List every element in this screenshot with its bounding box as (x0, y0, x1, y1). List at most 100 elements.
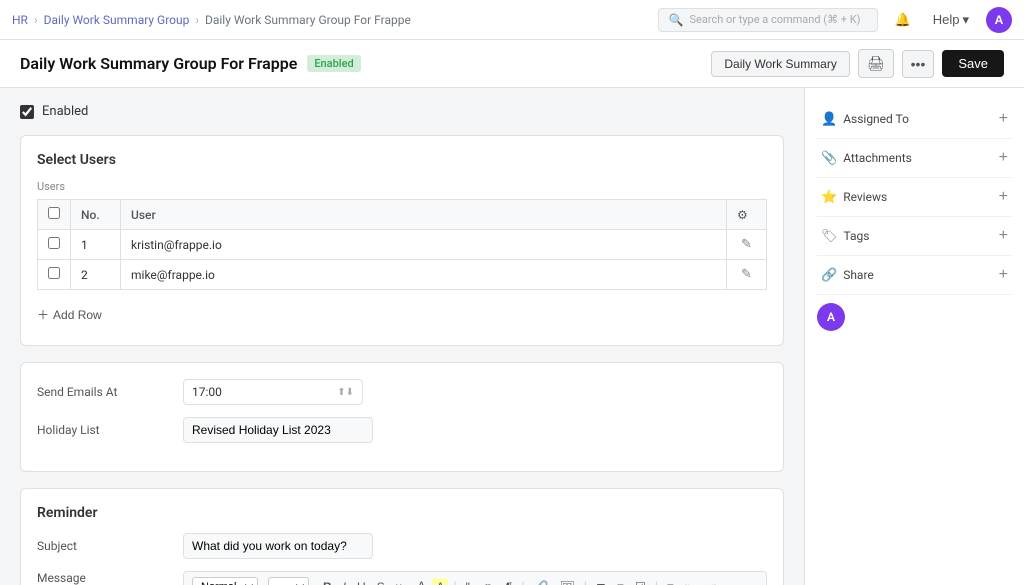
checklist-button[interactable]: ☑ (631, 578, 650, 585)
italic-button[interactable]: I (339, 578, 350, 585)
add-row-button[interactable]: ＋ Add Row (37, 300, 102, 329)
holiday-list-label: Holiday List (37, 423, 167, 437)
tags-label: Tags (844, 229, 870, 243)
page-title: Daily Work Summary Group For Frappe (20, 54, 297, 73)
add-icon: ＋ (37, 306, 49, 323)
email-settings-card: Send Emails At 17:00 ⬆⬇ Holiday List Rev… (20, 362, 784, 472)
breadcrumb: HR › Daily Work Summary Group › Daily Wo… (12, 13, 411, 27)
sidebar-item-attachments: 📎 Attachments + (817, 139, 1012, 178)
content-area: Enabled Select Users Users No. User ⚙ (0, 88, 804, 585)
strikethrough-button[interactable]: S (373, 578, 389, 585)
col-settings-header: ⚙ (727, 200, 767, 230)
share-icon: 🔗 (821, 268, 837, 283)
row-no-2: 2 (71, 260, 121, 290)
row-no-1: 1 (71, 230, 121, 260)
send-emails-row: Send Emails At 17:00 ⬆⬇ (37, 379, 767, 405)
bold-button[interactable]: B (319, 578, 336, 585)
tags-add-button[interactable]: + (999, 227, 1008, 245)
row-user-2: mike@frappe.io (121, 260, 727, 290)
users-table: No. User ⚙ 1 kristin@frappe.io ✎ 2 (37, 199, 767, 290)
image-button[interactable]: 🖼 (555, 578, 578, 585)
attachments-add-button[interactable]: + (999, 149, 1008, 167)
share-add-button[interactable]: + (999, 266, 1008, 284)
holiday-list-row: Holiday List Revised Holiday List 2023 (37, 417, 767, 443)
attachments-label: Attachments (843, 151, 912, 165)
search-icon: 🔍 (669, 13, 684, 27)
indent-left-button[interactable]: ⇤ (681, 578, 699, 585)
row-checkbox-1[interactable] (48, 237, 60, 249)
font-color-button[interactable]: A (413, 577, 429, 585)
sidebar-item-assigned-to: 👤 Assigned To + (817, 100, 1012, 139)
assigned-to-icon: 👤 (821, 112, 837, 127)
subject-row: Subject What did you work on today? (37, 533, 767, 559)
underline-button[interactable]: U (353, 578, 370, 585)
top-nav: HR › Daily Work Summary Group › Daily Wo… (0, 0, 1024, 40)
subscript-button[interactable]: x₂ (392, 578, 411, 585)
assigned-to-label: Assigned To (843, 112, 909, 126)
sub-header-right: Daily Work Summary 🖨 ••• Save (711, 49, 1004, 78)
subject-input[interactable]: What did you work on today? (183, 533, 373, 559)
breadcrumb-hr[interactable]: HR (12, 13, 28, 27)
row-checkbox-2[interactable] (48, 267, 60, 279)
search-bar[interactable]: 🔍 Search or type a command (⌘ + K) (658, 8, 878, 32)
print-button[interactable]: 🖨 (858, 49, 894, 78)
edit-icon-2[interactable]: ✎ (741, 267, 752, 282)
bg-color-button[interactable]: A (432, 578, 448, 585)
enabled-badge: Enabled (307, 55, 360, 72)
tags-icon: 🏷 (821, 229, 838, 244)
paragraph-button[interactable]: ¶ (502, 578, 516, 585)
code-button[interactable]: <> (477, 578, 499, 585)
message-label: Message (37, 571, 167, 585)
enabled-checkbox[interactable] (20, 105, 34, 119)
more-options-button[interactable]: ••• (902, 50, 935, 78)
editor-container: Normal --- B I U S x₂ A A | " <> (183, 571, 767, 585)
sub-header: Daily Work Summary Group For Frappe Enab… (0, 40, 1024, 88)
message-row: Message Normal --- B I U S x₂ A A (37, 571, 767, 585)
users-label: Users (37, 180, 767, 193)
indent-right-button[interactable]: ⇥ (702, 578, 720, 585)
select-all-checkbox[interactable] (48, 207, 60, 219)
assigned-to-add-button[interactable]: + (999, 110, 1008, 128)
breadcrumb-current: Daily Work Summary Group For Frappe (205, 13, 411, 27)
blockquote-button[interactable]: " (462, 578, 474, 585)
breadcrumb-sep1: › (34, 13, 38, 27)
dws-button[interactable]: Daily Work Summary (711, 51, 849, 77)
reviews-icon: ⭐ (821, 190, 837, 205)
enabled-row: Enabled (20, 104, 784, 119)
breadcrumb-sep2: › (195, 13, 199, 27)
sidebar-item-tags: 🏷 Tags + (817, 217, 1012, 256)
link-button[interactable]: 🔗 (530, 578, 553, 585)
select-users-card: Select Users Users No. User ⚙ 1 kristin@… (20, 135, 784, 346)
sidebar: 👤 Assigned To + 📎 Attachments + ⭐ Review… (804, 88, 1024, 585)
format-select[interactable]: Normal (192, 577, 258, 585)
settings-icon: ⚙ (737, 208, 748, 222)
heading-select[interactable]: --- (268, 577, 309, 585)
col-no-header: No. (71, 200, 121, 230)
row-user-1: kristin@frappe.io (121, 230, 727, 260)
reviews-add-button[interactable]: + (999, 188, 1008, 206)
ordered-list-button[interactable]: ≣ (592, 578, 610, 585)
unordered-list-button[interactable]: ≡ (613, 578, 628, 585)
top-nav-right: 🔍 Search or type a command (⌘ + K) 🔔 Hel… (658, 7, 1012, 33)
sidebar-item-share: 🔗 Share + (817, 256, 1012, 295)
save-button[interactable]: Save (942, 50, 1004, 77)
spinner-icon: ⬆⬇ (337, 387, 354, 398)
col-checkbox-header (38, 200, 71, 230)
notifications-bell[interactable]: 🔔 (890, 10, 916, 30)
sidebar-item-reviews: ⭐ Reviews + (817, 178, 1012, 217)
sub-header-left: Daily Work Summary Group For Frappe Enab… (20, 54, 361, 73)
sidebar-avatar: A (817, 303, 845, 331)
holiday-list-input[interactable]: Revised Holiday List 2023 (183, 417, 373, 443)
send-emails-label: Send Emails At (37, 385, 167, 399)
breadcrumb-dws-group[interactable]: Daily Work Summary Group (44, 13, 190, 27)
help-button[interactable]: Help ▾ (928, 10, 974, 30)
col-user-header: User (121, 200, 727, 230)
user-avatar-button[interactable]: A (986, 7, 1012, 33)
main-layout: Enabled Select Users Users No. User ⚙ (0, 88, 1024, 585)
search-placeholder: Search or type a command (⌘ + K) (689, 13, 860, 26)
align-button[interactable]: ≡ (663, 578, 678, 585)
send-emails-input[interactable]: 17:00 ⬆⬇ (183, 379, 363, 405)
table-row: 1 kristin@frappe.io ✎ (38, 230, 767, 260)
edit-icon-1[interactable]: ✎ (741, 237, 752, 252)
table-row: 2 mike@frappe.io ✎ (38, 260, 767, 290)
